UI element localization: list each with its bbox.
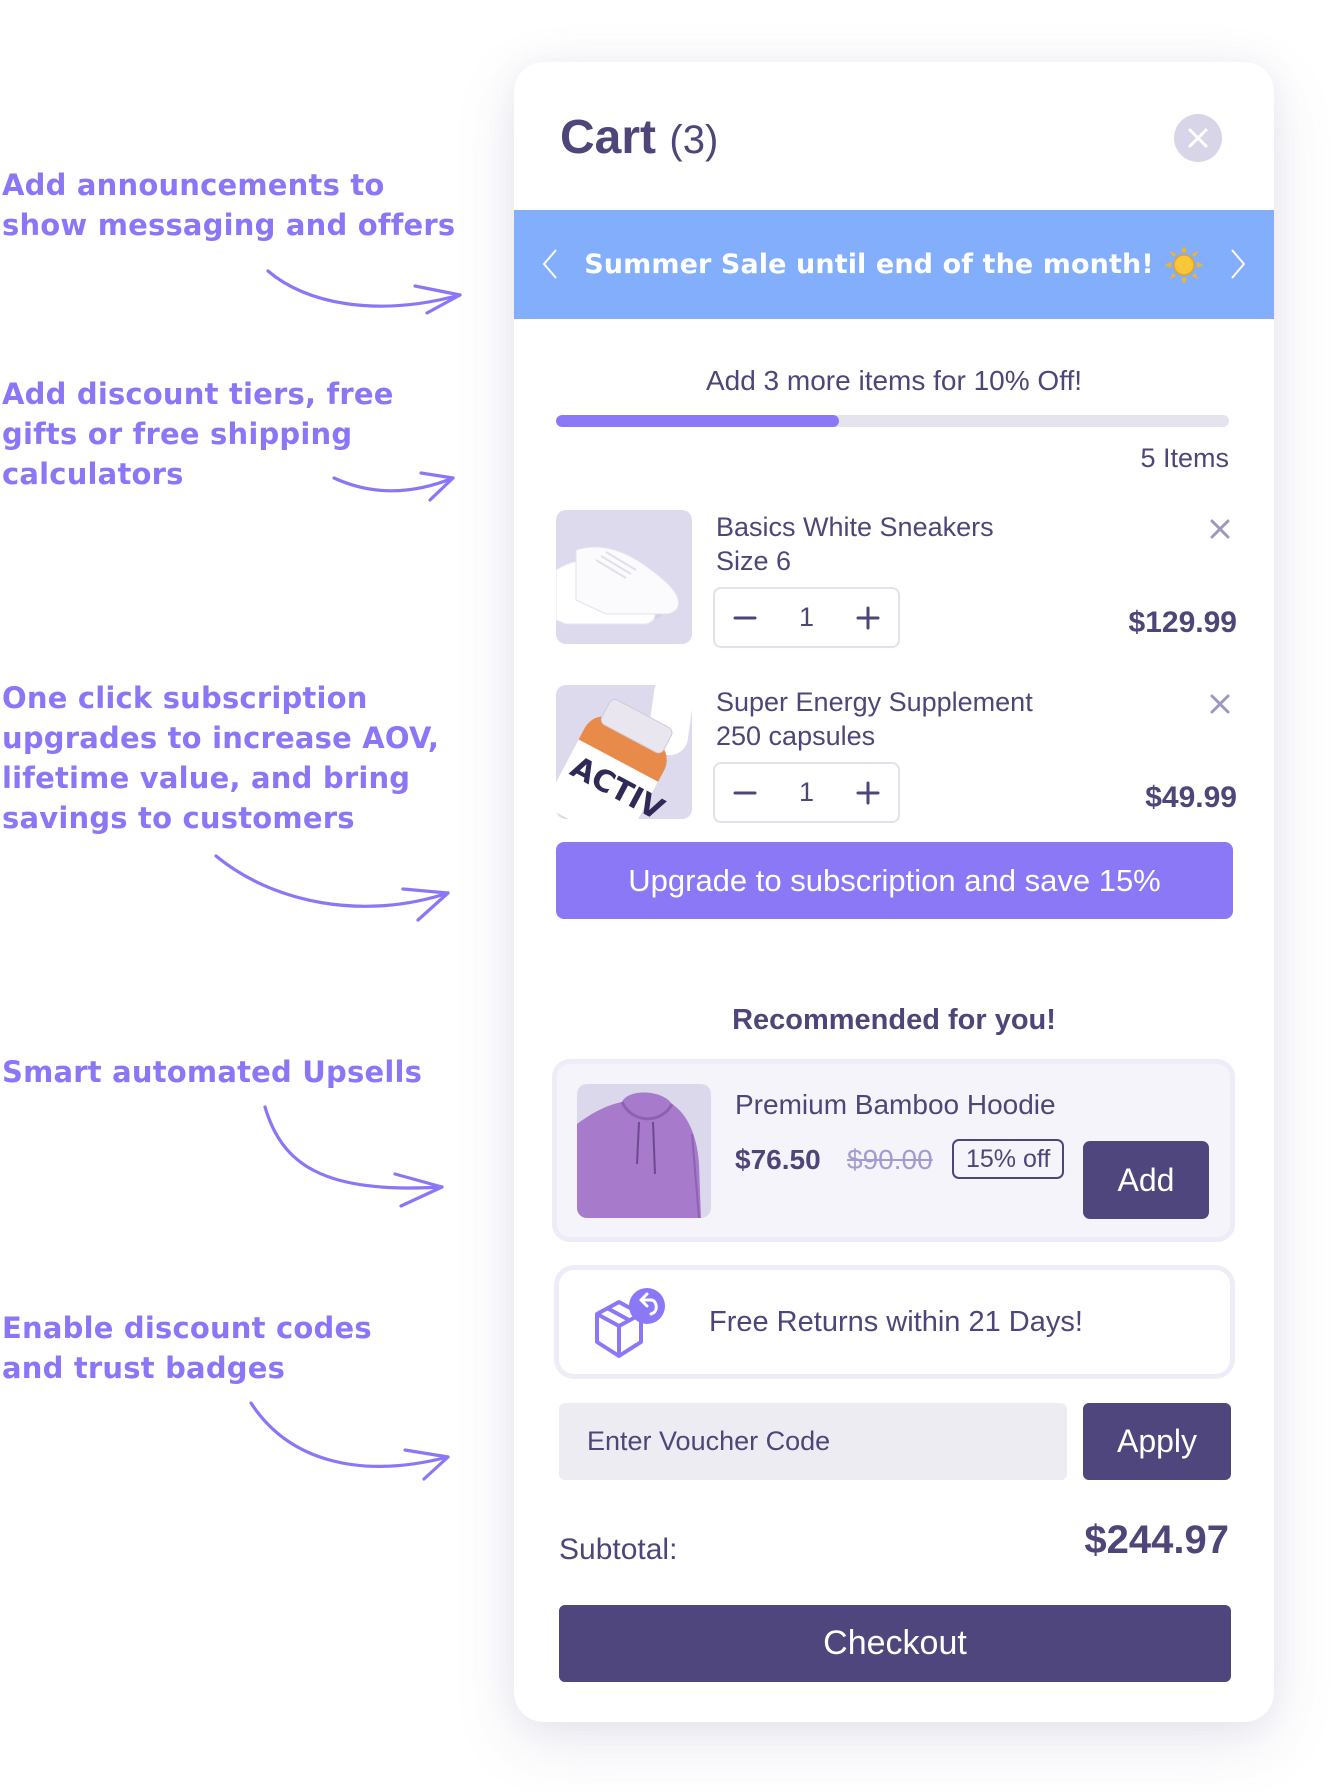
checkout-button[interactable]: Checkout: [559, 1605, 1231, 1682]
trust-badge: Free Returns within 21 Days!: [554, 1265, 1235, 1379]
increase-quantity-button[interactable]: [854, 779, 882, 807]
increase-quantity-button[interactable]: [854, 604, 882, 632]
discount-badge: 15% off: [952, 1139, 1065, 1179]
upsell-product-name: Premium Bamboo Hoodie: [735, 1089, 1056, 1120]
cart-title-text: Cart: [560, 111, 657, 164]
product-image-supplement[interactable]: ACTIV: [556, 685, 692, 819]
chevron-left-icon[interactable]: [536, 246, 566, 282]
arrow-icon: [249, 1401, 450, 1481]
item-variant: Size 6: [716, 546, 792, 576]
item-name: Basics White Sneakers: [716, 512, 994, 542]
trust-badge-text: Free Returns within 21 Days!: [709, 1306, 1083, 1338]
product-image-sneakers[interactable]: [556, 510, 692, 644]
decrease-quantity-button[interactable]: [731, 604, 759, 632]
minus-icon: [733, 616, 757, 619]
add-upsell-button[interactable]: Add: [1083, 1141, 1209, 1219]
item-price: $129.99: [1128, 606, 1237, 639]
arrow-icon: [263, 1105, 444, 1208]
item-name: Super Energy Supplement: [716, 687, 1033, 717]
recommendations-title: Recommended for you!: [732, 1004, 1056, 1036]
items-count-label: 5 Items: [1140, 443, 1229, 473]
quantity-stepper: 1: [713, 587, 900, 648]
chevron-right-icon[interactable]: [1222, 246, 1252, 282]
tier-progress-fill: [556, 415, 839, 427]
subtotal-label: Subtotal:: [559, 1533, 678, 1566]
cart-line-item: Basics White Sneakers Size 6 1 $129.99: [556, 510, 1237, 648]
announcement-text: Summer Sale until end of the month!: [584, 249, 1154, 280]
remove-item-icon[interactable]: [1207, 691, 1233, 717]
cart-drawer: Cart (3) Summer Sale until end of the mo…: [514, 62, 1274, 1722]
arrow-icon: [332, 471, 455, 502]
remove-item-icon[interactable]: [1207, 516, 1233, 542]
quantity-value[interactable]: 1: [799, 602, 814, 633]
plus-icon: [856, 781, 880, 804]
apply-voucher-button[interactable]: Apply: [1083, 1403, 1231, 1480]
upgrade-subscription-button[interactable]: Upgrade to subscription and save 15%: [556, 842, 1233, 919]
annotation-announcements: Add announcements to show messaging and …: [2, 168, 456, 242]
cart-item-count: (3): [669, 118, 719, 162]
decrease-quantity-button[interactable]: [731, 779, 759, 807]
item-price: $49.99: [1145, 781, 1237, 814]
sun-icon: [1164, 245, 1203, 284]
plus-icon: [856, 606, 880, 629]
item-variant: 250 capsules: [716, 721, 876, 751]
upsell-card: Premium Bamboo Hoodie $76.50 $90.00 15% …: [552, 1059, 1235, 1242]
subtotal-value: $244.97: [1084, 1518, 1229, 1562]
close-button[interactable]: [1174, 114, 1222, 162]
voucher-code-input[interactable]: [559, 1403, 1067, 1480]
cart-line-item: ACTIV Super Energy Supplement 250 capsul…: [556, 685, 1237, 823]
tier-progress-message: Add 3 more items for 10% Off!: [705, 365, 1083, 396]
upsell-compare-price: $90.00: [847, 1144, 933, 1175]
box-return-icon: [595, 1288, 665, 1358]
upsell-sale-price: $76.50: [735, 1144, 821, 1175]
tier-progress-bar: [556, 415, 1229, 427]
annotation-discount-codes: Enable discount codes and trust badges: [2, 1311, 372, 1385]
quantity-stepper: 1: [713, 762, 900, 823]
minus-icon: [733, 791, 757, 794]
item-title: Super Energy Supplement 250 capsules: [716, 685, 1033, 753]
quantity-value[interactable]: 1: [799, 777, 814, 808]
arrow-icon: [266, 269, 462, 315]
annotation-upsells: Smart automated Upsells: [2, 1055, 423, 1089]
close-icon: [1188, 128, 1208, 148]
announcement-bar: Summer Sale until end of the month!: [514, 210, 1274, 319]
annotation-subscription: One click subscription upgrades to incre…: [2, 681, 440, 835]
product-image-hoodie[interactable]: [577, 1084, 711, 1218]
item-title: Basics White Sneakers Size 6: [716, 510, 994, 578]
cart-title: Cart (3): [560, 110, 718, 165]
arrow-icon: [214, 854, 450, 922]
